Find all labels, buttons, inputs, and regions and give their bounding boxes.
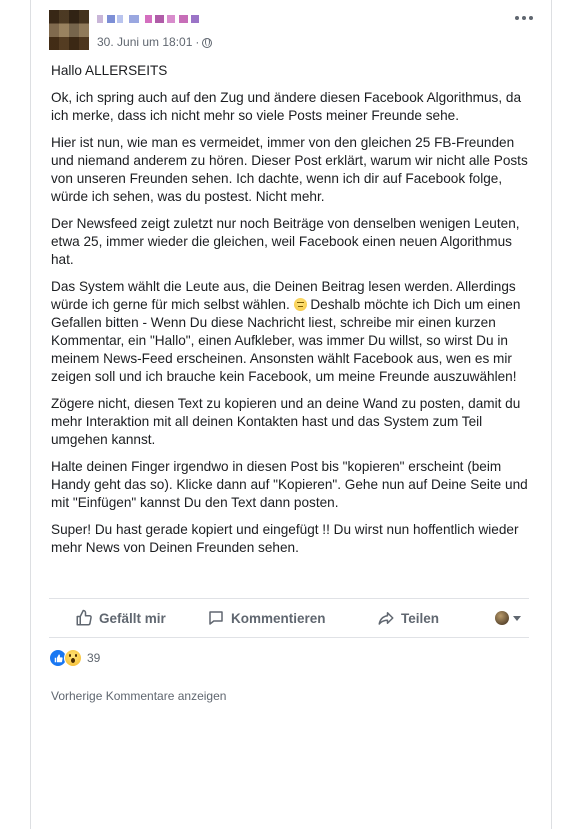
like-label: Gefällt mir [99,610,166,626]
post-card: 30. Juni um 18:01 · Hallo ALLERSEITS Ok, … [30,0,552,829]
post-paragraph: Ok, ich spring auch auf den Zug und ände… [51,90,522,123]
reaction-audience-selector[interactable] [495,611,521,625]
post-body: Hallo ALLERSEITS Ok, ich spring auch auf… [51,62,531,566]
relieved-face-emoji-icon [293,298,307,311]
comment-label: Kommentieren [231,610,326,626]
post-paragraph: Zögere nicht, diesen Text zu kopieren un… [51,396,521,447]
share-button[interactable]: Teilen [377,599,439,637]
post-paragraph: Hallo ALLERSEITS [51,63,168,78]
post-paragraph: Das System wählt die Leute aus, die Dein… [51,278,531,386]
post-paragraph: Super! Du hast gerade kopiert und eingef… [51,522,519,555]
meta-separator: · [195,35,200,49]
chevron-down-icon [513,615,521,621]
post-action-bar: Gefällt mir Kommentieren Teilen [49,598,529,638]
post-paragraph: Hier ist nun, wie man es vermeidet, imme… [51,135,528,204]
author-avatar[interactable] [49,10,89,50]
post-timestamp[interactable]: 30. Juni um 18:01 [97,35,192,49]
share-arrow-icon [378,612,394,625]
share-label: Teilen [401,610,440,626]
comment-icon [209,611,223,625]
user-avatar [495,611,509,625]
reaction-count: 39 [87,651,101,665]
post-paragraph: Der Newsfeed zeigt zuletzt nur noch Beit… [51,216,520,267]
comment-button[interactable]: Kommentieren [207,599,326,637]
author-name-pixelated[interactable] [97,15,207,25]
like-button[interactable]: Gefällt mir [75,599,166,637]
reactions-summary[interactable]: 39 [49,649,100,667]
thumbs-up-icon [76,609,92,626]
post-header: 30. Juni um 18:01 · [49,8,539,54]
previous-comments-link[interactable]: Vorherige Kommentare anzeigen [51,689,226,703]
globe-icon[interactable] [202,38,213,48]
post-paragraph: Halte deinen Finger irgendwo in diesen P… [51,459,528,510]
post-meta: 30. Juni um 18:01 · [97,35,213,49]
wow-reaction-icon [64,649,82,667]
more-options-icon[interactable] [515,16,535,24]
